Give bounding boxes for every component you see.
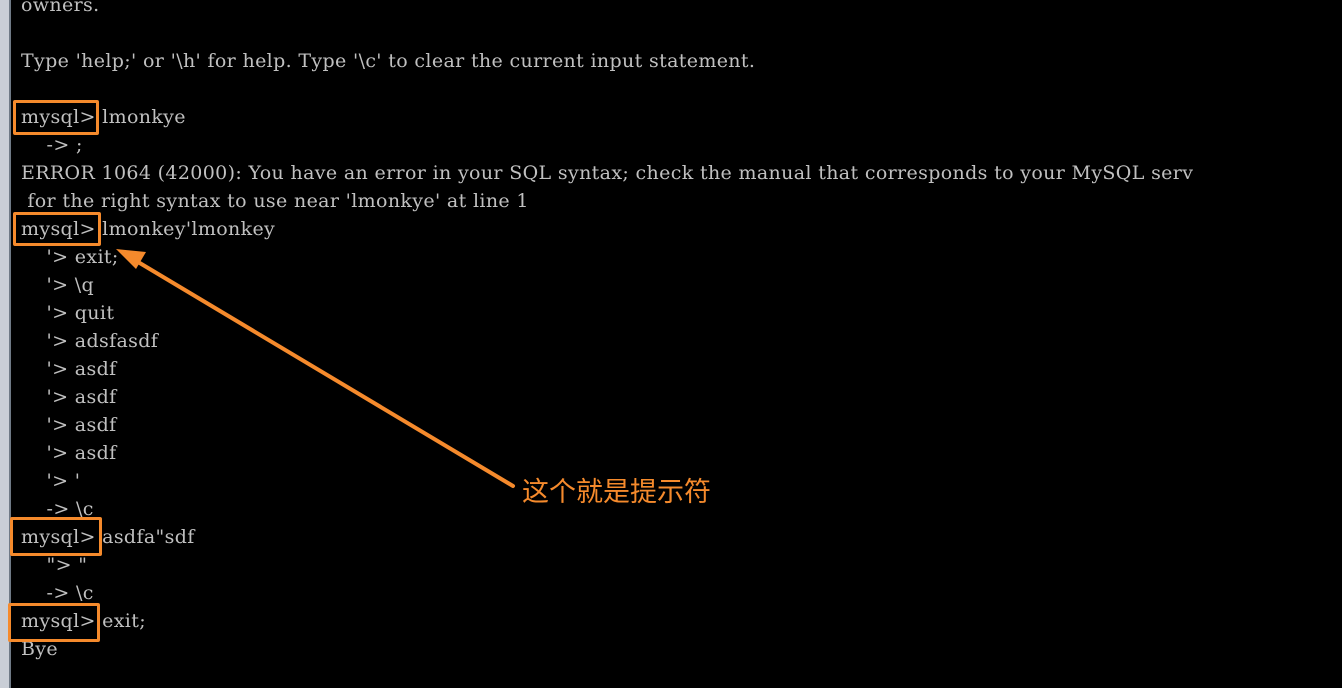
terminal-window: owners. Type 'help;' or '\h' for help. T… xyxy=(0,0,1342,688)
continuation-line: '> ' xyxy=(21,470,81,492)
continuation-line: '> asdf xyxy=(21,386,117,408)
prompt-highlight-box xyxy=(13,100,99,135)
console-output[interactable]: owners. Type 'help;' or '\h' for help. T… xyxy=(21,0,1342,688)
continuation-line: '> adsfasdf xyxy=(21,330,159,352)
annotation-label: 这个就是提示符 xyxy=(522,477,711,508)
error-line-continued: for the right syntax to use near 'lmonky… xyxy=(21,190,529,212)
continuation-line: -> ; xyxy=(21,134,83,156)
continuation-line: '> asdf xyxy=(21,358,117,380)
console-line: owners. xyxy=(21,0,100,16)
window-left-border xyxy=(0,0,9,688)
window-left-border-shadow xyxy=(9,0,11,688)
prompt-highlight-box xyxy=(10,517,102,556)
continuation-line: '> asdf xyxy=(21,414,117,436)
prompt-highlight-box xyxy=(13,212,101,246)
prompt-highlight-box xyxy=(8,603,100,642)
error-line: ERROR 1064 (42000): You have an error in… xyxy=(21,162,1194,184)
continuation-line: '> exit; xyxy=(21,246,119,268)
help-hint-line: Type 'help;' or '\h' for help. Type '\c'… xyxy=(21,50,756,72)
continuation-line: '> quit xyxy=(21,302,115,324)
continuation-line: '> asdf xyxy=(21,442,117,464)
continuation-line: '> \q xyxy=(21,274,95,296)
